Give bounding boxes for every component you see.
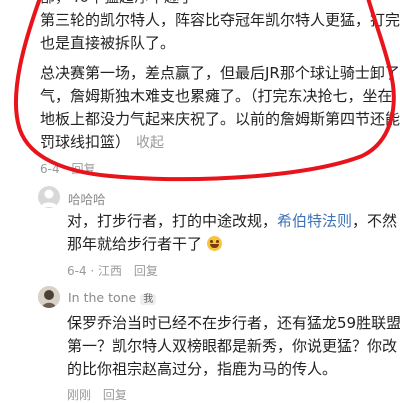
- reply-button[interactable]: 回复: [71, 162, 95, 176]
- comment-text-line: 第一？凯尔特人双榜眼都是新秀，你说更猛？你改: [67, 337, 398, 355]
- comment-meta: 6-4 · 江西 回复: [67, 262, 158, 279]
- comment-text-line: 气，詹姆斯独木难支也累瘫了。（打完东决抢七，坐在: [40, 87, 393, 105]
- comment-text-line: 对，打步行者，打的中途改规，希伯特法则，不然: [67, 210, 397, 233]
- comment-text-line: 罚球线扣篮） 收起: [40, 131, 164, 155]
- profile-photo-icon: [38, 286, 60, 308]
- comment-text: 罚球线扣篮）: [40, 133, 131, 151]
- comment-date: 6-4: [40, 162, 60, 176]
- comment-text: 那年就给步行者干了: [67, 235, 203, 253]
- username-text[interactable]: In the tone: [68, 290, 136, 305]
- comment-text: ，不然: [352, 212, 398, 230]
- collapse-link[interactable]: 收起: [136, 135, 164, 151]
- comment-meta: 刚刚 回复: [67, 386, 127, 403]
- comment-text-partial: 部，40平猛超净干趣了: [40, 0, 194, 9]
- avatar[interactable]: [38, 286, 60, 308]
- comment-text-line: 的比你祖宗赵高过分，指鹿为马的传人。: [67, 360, 338, 378]
- grinning-sweat-emoji-icon: [206, 236, 222, 251]
- comment-text: 对，打步行者，打的中途改规，: [67, 212, 278, 230]
- avatar[interactable]: [38, 186, 60, 208]
- user-silhouette-icon: [41, 189, 57, 207]
- username[interactable]: 哈哈哈: [68, 189, 106, 208]
- comment-date-location: 6-4 · 江西: [67, 264, 123, 278]
- comment-text-line: 保罗乔治当时已经不在步行者，还有猛龙59胜联盟: [67, 314, 400, 332]
- username: In the tone 我: [68, 290, 157, 305]
- comment-text-line: 总决赛第一场，差点赢了，但最后JR那个球让骑士卸了: [40, 64, 400, 82]
- comment-text-line: 也是直接被拆队了。: [40, 34, 176, 52]
- topic-link[interactable]: 希伯特法则: [277, 212, 352, 230]
- reply-button[interactable]: 回复: [134, 264, 158, 278]
- comment-text-line: 那年就给步行者干了: [67, 233, 222, 256]
- comment-text-line: 第三轮的凯尔特人，阵容比夺冠年凯尔特人更猛，打完: [40, 11, 400, 29]
- comment-text-line: 地板上都没力气起来庆祝了。以前的詹姆斯第四节还能: [40, 110, 400, 128]
- comment-meta: 6-4 回复: [40, 160, 95, 177]
- self-badge: 我: [140, 294, 157, 305]
